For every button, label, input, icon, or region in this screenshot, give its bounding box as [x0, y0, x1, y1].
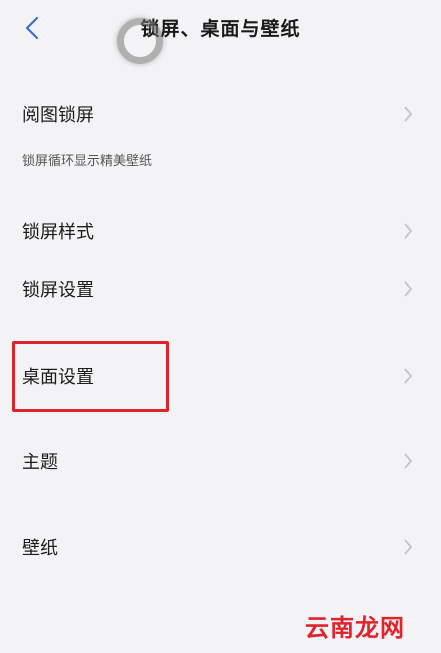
- menu-item-label: 锁屏设置: [22, 280, 94, 301]
- menu-item-label: 阅图锁屏: [22, 105, 94, 126]
- chevron-right-icon: [403, 280, 415, 298]
- chevron-right-icon: [403, 538, 415, 556]
- menu-item-label: 壁纸: [22, 538, 58, 559]
- menu-item-lockscreen-settings[interactable]: 锁屏设置: [0, 260, 441, 318]
- menu-item-read-lockscreen[interactable]: 阅图锁屏: [0, 85, 441, 143]
- touch-indicator: [117, 18, 163, 64]
- highlight-box: [12, 341, 169, 412]
- chevron-right-icon: [403, 222, 415, 240]
- watermark: 云南龙网: [305, 614, 405, 642]
- chevron-right-icon: [403, 105, 415, 123]
- menu-item-label: 主题: [22, 452, 58, 473]
- menu-item-theme[interactable]: 主题: [0, 432, 441, 490]
- page-title: 锁屏、桌面与壁纸: [140, 18, 301, 40]
- menu-item-wallpaper[interactable]: 壁纸: [0, 518, 441, 576]
- chevron-right-icon: [403, 367, 415, 385]
- settings-page: 锁屏、桌面与壁纸 阅图锁屏 锁屏循环显示精美壁纸 锁屏样式 锁屏设置 桌面设置 …: [0, 0, 441, 653]
- menu-item-lockscreen-style[interactable]: 锁屏样式: [0, 202, 441, 260]
- menu-item-subtitle: 锁屏循环显示精美壁纸: [22, 154, 153, 169]
- menu-item-label: 锁屏样式: [22, 222, 94, 243]
- header: 锁屏、桌面与壁纸: [0, 0, 441, 56]
- chevron-right-icon: [403, 452, 415, 470]
